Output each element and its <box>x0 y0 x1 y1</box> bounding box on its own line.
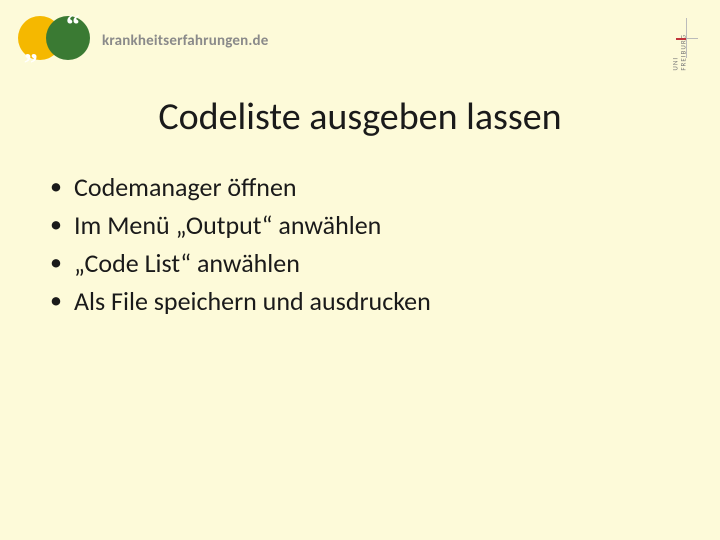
university-logo-cross-icon <box>676 18 698 58</box>
list-item: Als File speichern und ausdrucken <box>46 282 674 320</box>
list-item: Codemanager öffnen <box>46 168 674 206</box>
bullet-list: Codemanager öffnen Im Menü „Output“ anwä… <box>46 168 674 320</box>
university-logo: UNI FREIBURG <box>628 12 698 66</box>
logo-close-quote-icon: “ <box>66 12 80 40</box>
slide-content: Codemanager öffnen Im Menü „Output“ anwä… <box>46 168 674 320</box>
brand-text: krankheitserfahrungen.de <box>102 32 269 50</box>
list-item: „Code List“ anwählen <box>46 244 674 282</box>
slide-header: „ “ krankheitserfahrungen.de UNI FREIBUR… <box>18 14 702 68</box>
slide: „ “ krankheitserfahrungen.de UNI FREIBUR… <box>0 0 720 540</box>
list-item: Im Menü „Output“ anwählen <box>46 206 674 244</box>
logo-open-quote-icon: „ <box>24 36 38 64</box>
slide-title: Codeliste ausgeben lassen <box>0 94 720 140</box>
